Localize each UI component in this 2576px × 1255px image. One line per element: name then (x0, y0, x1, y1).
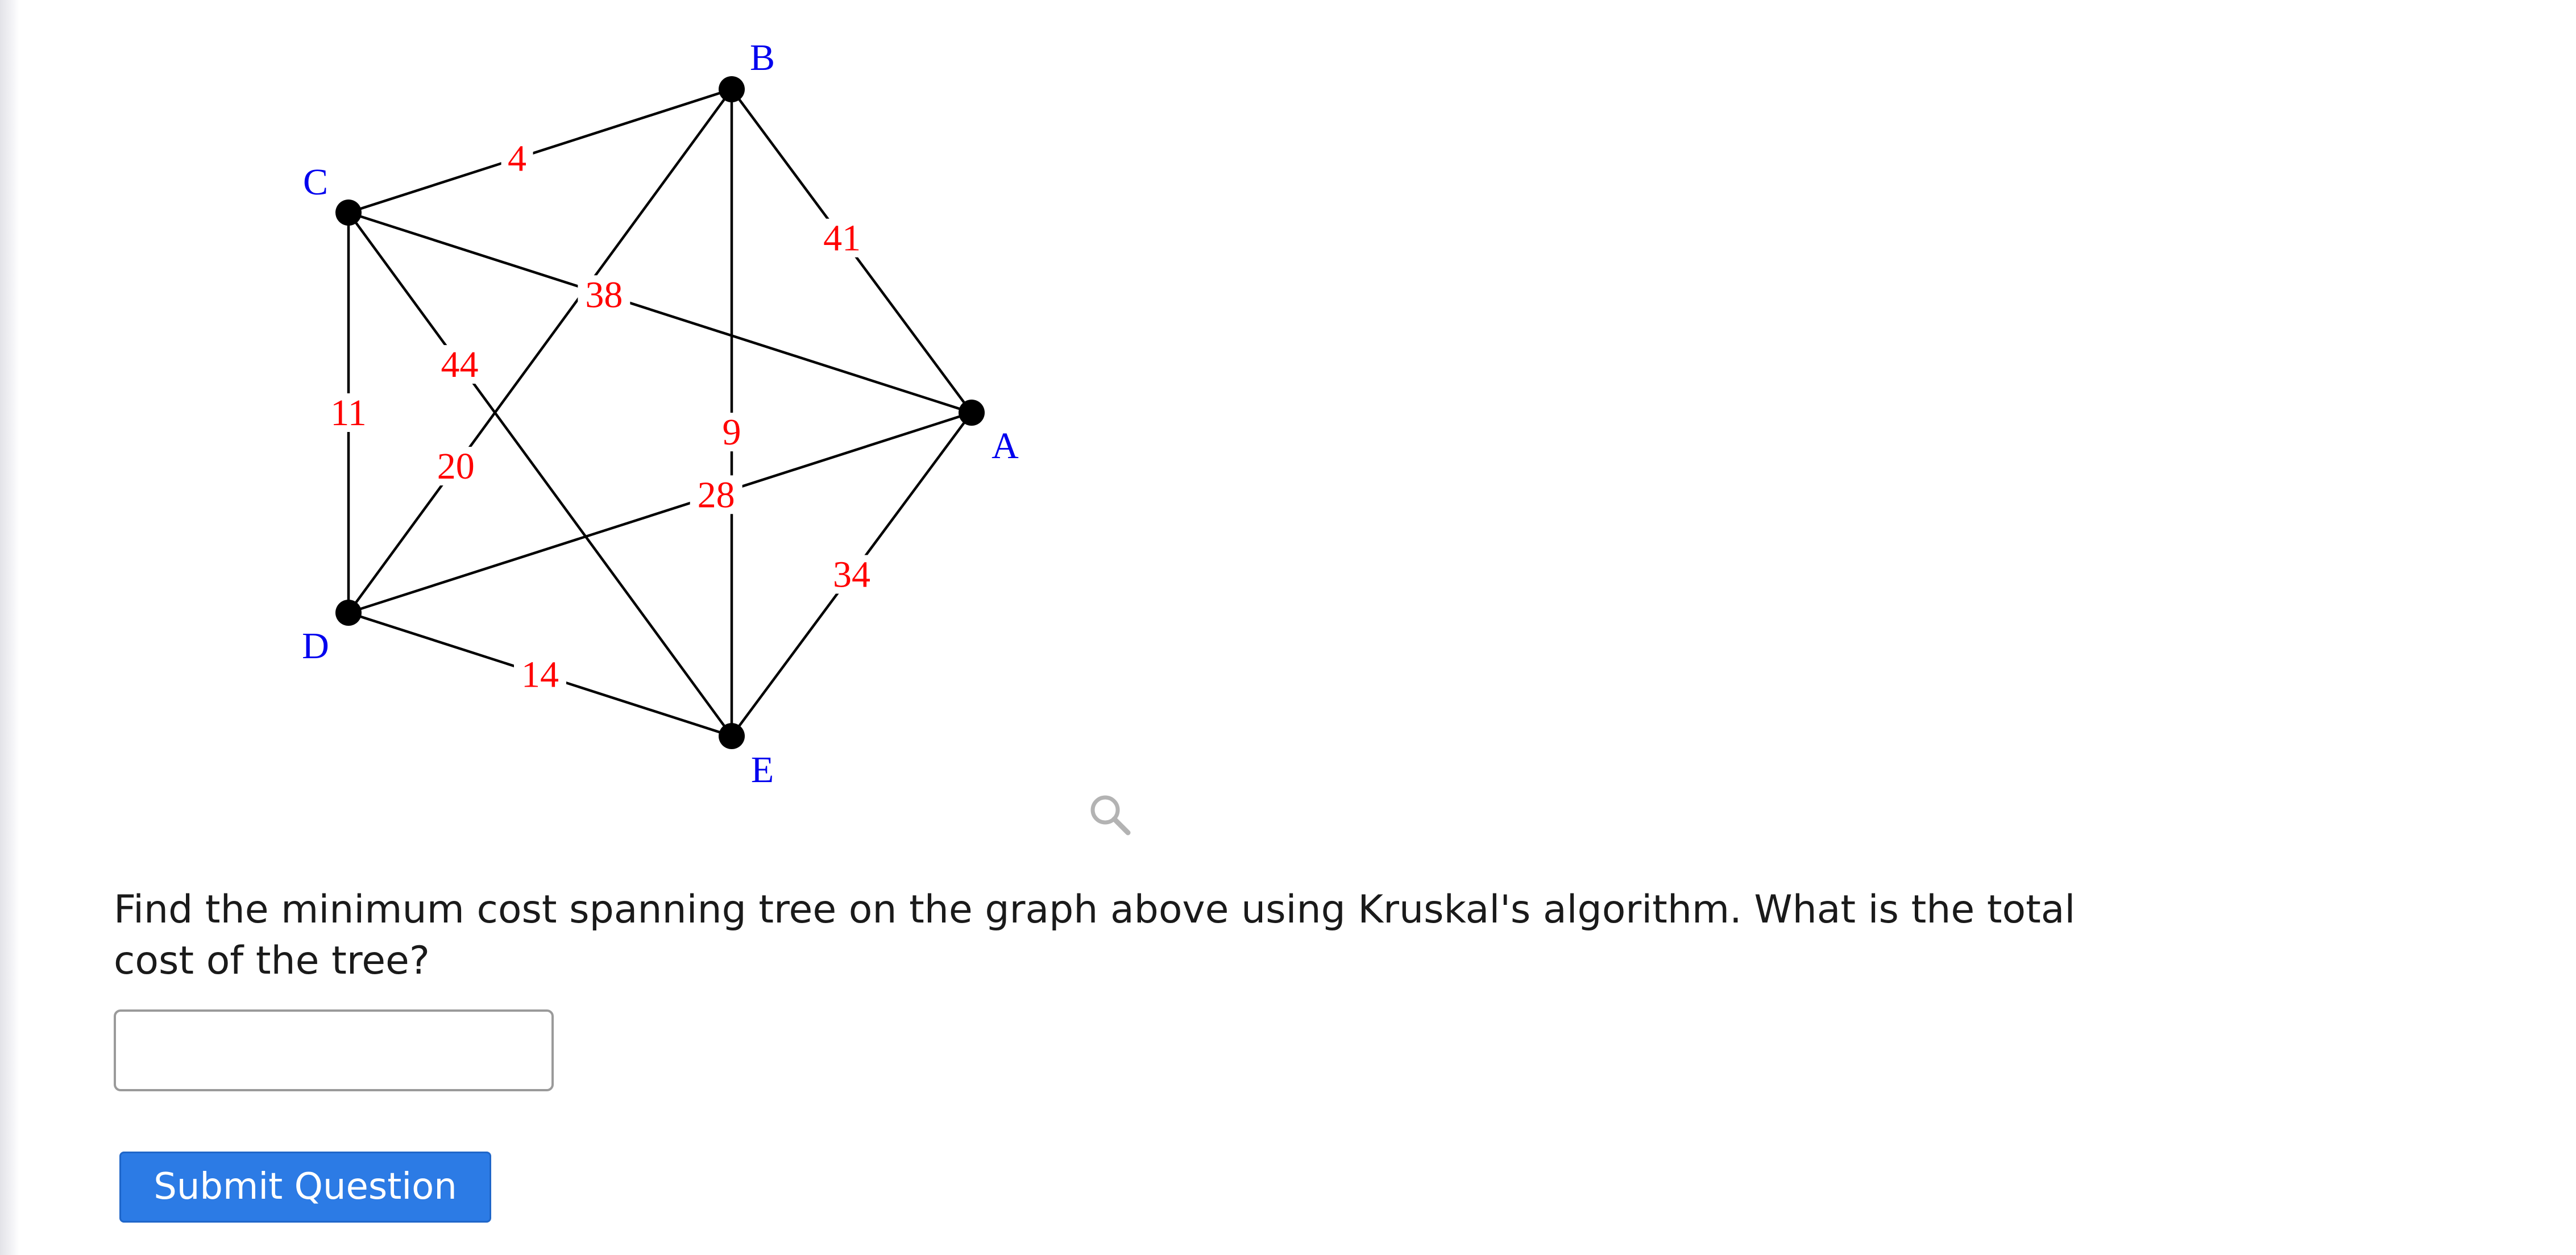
vertex-d (335, 600, 362, 626)
vertex-a (959, 400, 985, 426)
edge-weight-b-d: 20 (437, 446, 475, 487)
vertex-label-a: A (992, 425, 1019, 467)
edge-weight-c-a: 38 (585, 274, 623, 315)
edge-weight-c-d: 11 (330, 392, 367, 434)
graph-vertices (335, 76, 985, 749)
vertex-label-e: E (751, 749, 774, 791)
edge-weight-d-a: 28 (698, 474, 735, 516)
graph-edge-weights: 4 41 20 9 38 11 44 28 34 14 (322, 138, 878, 696)
magnifier-icon[interactable] (1087, 792, 1133, 837)
answer-input[interactable] (114, 1009, 554, 1091)
edge-d-a (348, 411, 972, 614)
vertex-b (719, 76, 745, 102)
vertex-label-b: B (750, 37, 775, 78)
vertex-c (335, 200, 362, 226)
edge-weight-b-e: 9 (723, 412, 741, 453)
graph-edges (347, 88, 973, 738)
edge-weight-b-c: 4 (508, 138, 526, 180)
vertex-label-d: D (302, 625, 329, 667)
edge-weight-a-e: 34 (833, 554, 870, 596)
edge-b-d (347, 88, 733, 614)
graph-vertex-labels: A B C D E (302, 37, 1019, 791)
edge-weight-c-e: 44 (441, 344, 478, 385)
edge-weight-d-e: 14 (521, 654, 559, 696)
edge-weight-b-a: 41 (823, 218, 861, 259)
question-page: 4 41 20 9 38 11 44 28 34 14 A B C D E Find the minimu… (0, 0, 2576, 1255)
vertex-e (719, 723, 745, 749)
submit-question-button[interactable]: Submit Question (119, 1152, 491, 1223)
graph-figure: 4 41 20 9 38 11 44 28 34 14 A B C D E (302, 37, 1019, 791)
vertex-label-c: C (303, 161, 328, 203)
edge-b-c (348, 88, 732, 214)
question-text: Find the minimum cost spanning tree on t… (114, 887, 2076, 983)
